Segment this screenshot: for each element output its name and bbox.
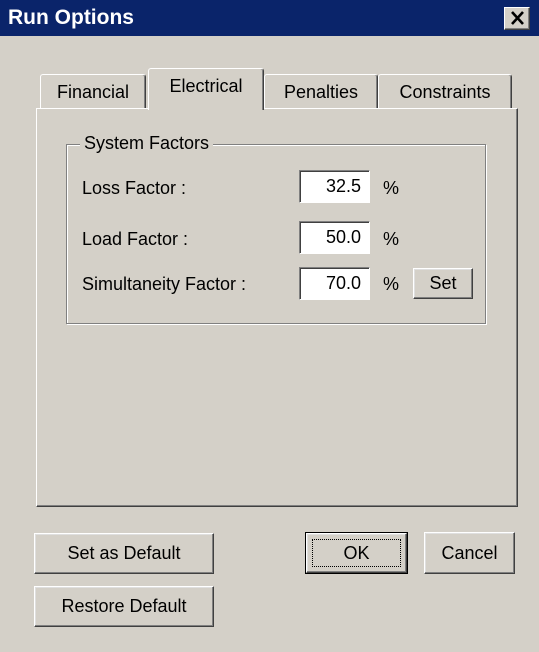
cancel-label: Cancel	[441, 542, 498, 563]
load-factor-value: 50.0	[325, 227, 361, 247]
set-as-default-button[interactable]: Set as Default	[34, 533, 214, 574]
ok-label: OK	[343, 542, 370, 563]
load-factor-unit: %	[383, 229, 400, 249]
loss-factor-value: 32.5	[325, 176, 361, 196]
tab-electrical[interactable]: Electrical	[148, 68, 264, 110]
tab-financial-label: Financial	[56, 82, 130, 102]
restore-default-label: Restore Default	[61, 596, 187, 616]
simultaneity-factor-label: Simultaneity Factor :	[82, 274, 247, 294]
loss-factor-input[interactable]: 32.5	[299, 170, 370, 203]
group-title: System Factors	[80, 133, 214, 154]
load-factor-label: Load Factor :	[82, 229, 189, 249]
simultaneity-factor-input[interactable]: 70.0	[299, 267, 370, 300]
set-button[interactable]: Set	[413, 268, 473, 299]
cancel-button[interactable]: Cancel	[424, 532, 515, 574]
ok-button[interactable]: OK	[305, 532, 408, 574]
loss-factor-label: Loss Factor :	[82, 178, 187, 198]
restore-default-button[interactable]: Restore Default	[34, 586, 214, 627]
tab-financial[interactable]: Financial	[40, 74, 146, 109]
loss-factor-unit: %	[383, 178, 400, 198]
tab-penalties-label: Penalties	[283, 82, 359, 102]
window-title: Run Options	[8, 6, 134, 29]
tab-electrical-label: Electrical	[169, 76, 243, 96]
title-bar: Run Options	[0, 0, 539, 36]
close-icon	[511, 11, 524, 25]
focus-rectangle: OK	[312, 539, 401, 567]
close-button[interactable]	[504, 7, 530, 30]
tab-penalties[interactable]: Penalties	[264, 74, 378, 109]
simultaneity-factor-unit: %	[383, 274, 400, 294]
set-as-default-label: Set as Default	[67, 543, 181, 563]
tab-constraints-label: Constraints	[399, 82, 491, 102]
load-factor-input[interactable]: 50.0	[299, 221, 370, 254]
tab-constraints[interactable]: Constraints	[378, 74, 512, 109]
ok-button-face: OK	[306, 533, 407, 573]
simultaneity-factor-value: 70.0	[325, 273, 361, 293]
set-button-label: Set	[429, 273, 457, 293]
